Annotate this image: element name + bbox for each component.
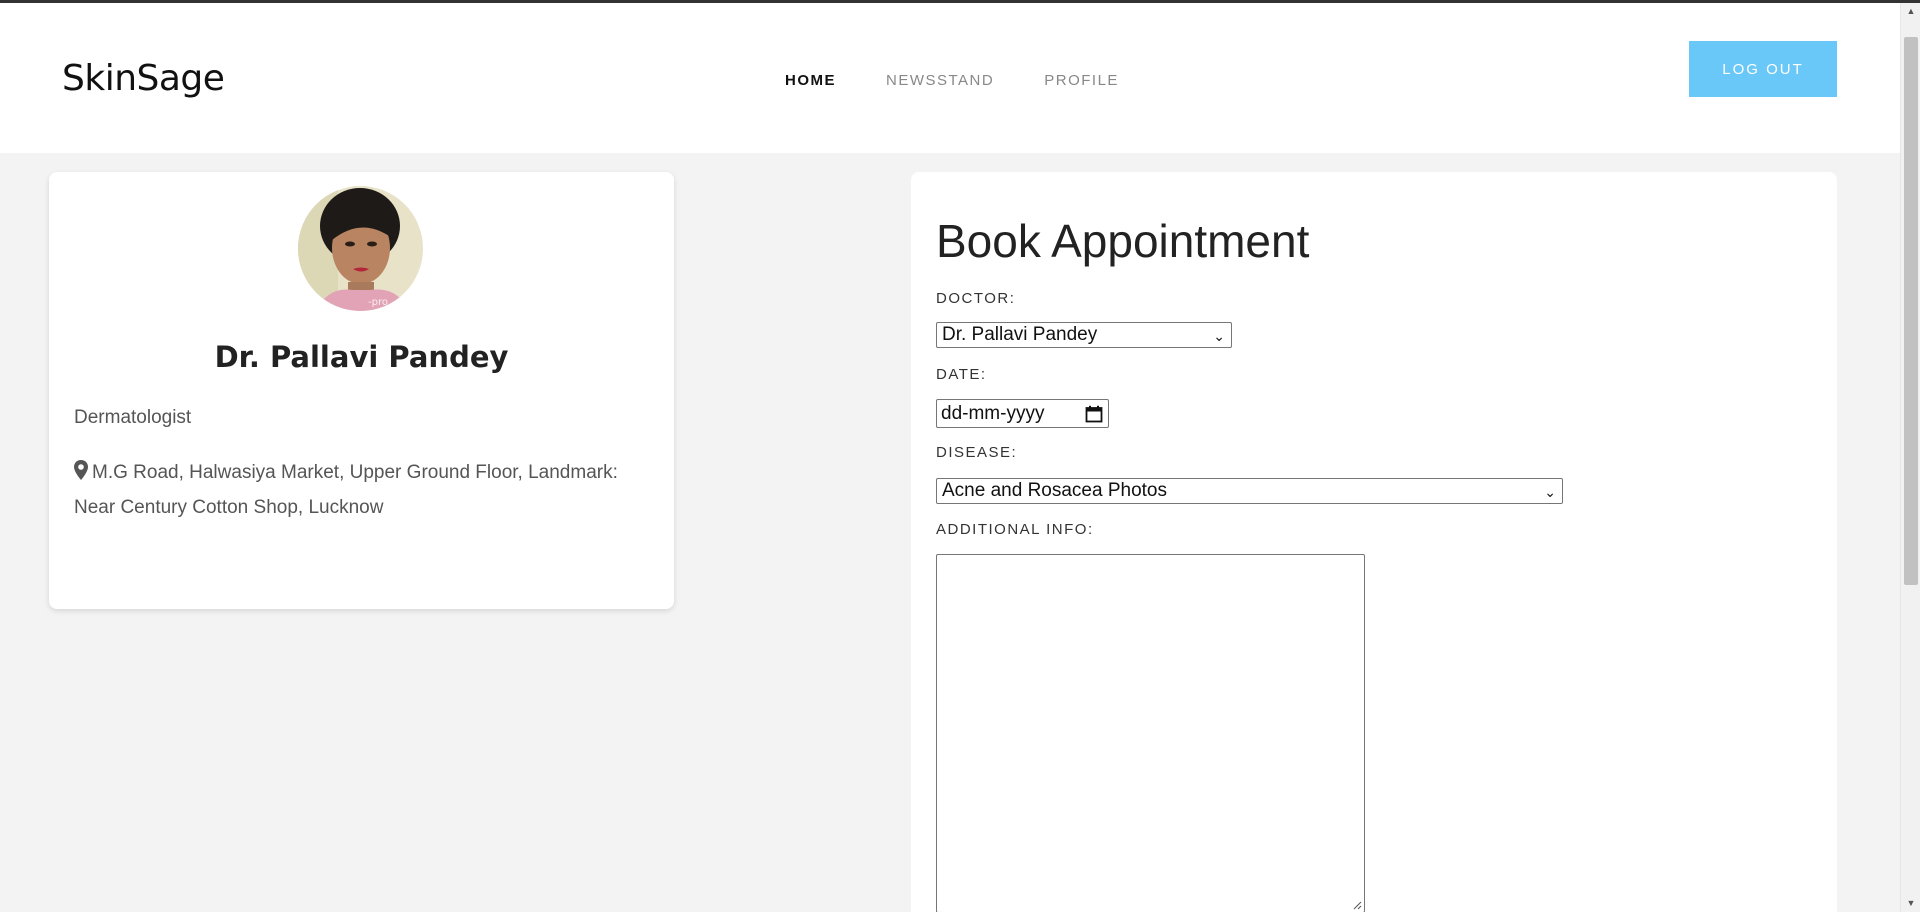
nav-newsstand[interactable]: NEWSSTAND bbox=[886, 72, 994, 89]
page-scrollbar[interactable]: ▲ ▼ bbox=[1900, 3, 1920, 912]
doctor-label: DOCTOR: bbox=[936, 290, 1016, 307]
additional-info-textarea[interactable] bbox=[936, 554, 1365, 912]
disease-select[interactable]: Acne and Rosacea Photos ⌄ bbox=[936, 478, 1563, 504]
doctor-avatar: -pro bbox=[298, 186, 423, 311]
disease-select-value: Acne and Rosacea Photos bbox=[942, 480, 1167, 501]
main-nav: HOME NEWSSTAND PROFILE bbox=[785, 72, 1169, 89]
site-header: SkinSage HOME NEWSSTAND PROFILE LOG OUT bbox=[0, 3, 1900, 153]
nav-profile[interactable]: PROFILE bbox=[1044, 72, 1119, 89]
scroll-up-arrow-icon[interactable]: ▲ bbox=[1901, 3, 1920, 20]
nav-home[interactable]: HOME bbox=[785, 72, 836, 89]
doctor-select-value: Dr. Pallavi Pandey bbox=[942, 324, 1098, 345]
calendar-icon[interactable] bbox=[1085, 405, 1103, 423]
doctor-select[interactable]: Dr. Pallavi Pandey ⌄ bbox=[936, 322, 1232, 348]
logout-button[interactable]: LOG OUT bbox=[1689, 41, 1837, 97]
date-label: DATE: bbox=[936, 366, 987, 383]
svg-text:-pro: -pro bbox=[368, 297, 388, 308]
date-placeholder: dd-mm-yyyy bbox=[941, 403, 1045, 424]
brand-logo[interactable]: SkinSage bbox=[62, 58, 225, 99]
doctor-card: -pro Dr. Pallavi Pandey Dermatologist M.… bbox=[49, 172, 674, 609]
date-input[interactable]: dd-mm-yyyy bbox=[936, 399, 1109, 428]
doctor-name: Dr. Pallavi Pandey bbox=[214, 340, 509, 374]
doctor-address: M.G Road, Halwasiya Market, Upper Ground… bbox=[74, 455, 659, 525]
chevron-down-icon: ⌄ bbox=[1213, 328, 1225, 344]
map-pin-icon bbox=[74, 460, 88, 480]
scroll-down-arrow-icon[interactable]: ▼ bbox=[1901, 895, 1920, 912]
doctor-specialty: Dermatologist bbox=[74, 407, 192, 428]
resize-handle-icon[interactable] bbox=[1352, 900, 1362, 910]
chevron-down-icon: ⌄ bbox=[1544, 484, 1556, 500]
additional-info-label: ADDITIONAL INFO: bbox=[936, 521, 1094, 538]
book-appointment-form: Book Appointment DOCTOR: Dr. Pallavi Pan… bbox=[911, 172, 1837, 912]
scroll-thumb[interactable] bbox=[1904, 37, 1918, 585]
doctor-address-text: M.G Road, Halwasiya Market, Upper Ground… bbox=[74, 462, 618, 518]
form-title: Book Appointment bbox=[936, 215, 1310, 267]
disease-label: DISEASE: bbox=[936, 444, 1018, 461]
